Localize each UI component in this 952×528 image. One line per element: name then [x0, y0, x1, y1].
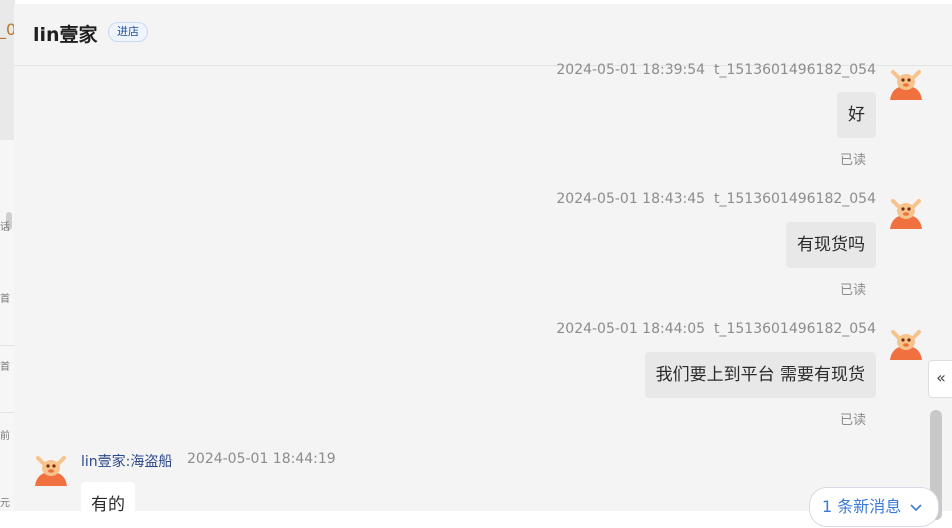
enter-shop-button[interactable]: 进店: [108, 22, 148, 42]
chat-panel: lin壹家 进店 2024-05-01 18:39:54 t_151360149…: [14, 4, 952, 528]
cartoon-avatar-icon: [35, 456, 67, 486]
message-bubble: 我们要上到平台 需要有现货: [644, 352, 876, 398]
read-status: 已读: [839, 153, 866, 168]
new-messages-label: 1 条新消息: [822, 497, 902, 516]
background-app-sidebar: _0 话 首 首 前 元: [0, 0, 15, 511]
message-time: 2024-05-01 18:43:45: [556, 191, 706, 207]
message-bubble: 有现货吗: [786, 222, 876, 268]
message-time: 2024-05-01 18:44:05: [556, 321, 706, 337]
message-user: t_1513601496182_054: [713, 62, 876, 78]
message-bubble: 有的: [81, 482, 135, 528]
background-side-char: 元: [0, 498, 10, 509]
read-status: 已读: [839, 413, 866, 428]
message-time: 2024-05-01 18:44:19: [187, 451, 336, 467]
read-status: 已读: [839, 283, 866, 298]
background-side-char: 话: [0, 222, 10, 233]
message-meta: 2024-05-01 18:44:05 t_1513601496182_054: [556, 321, 876, 337]
message-meta: 2024-05-01 18:39:54 t_1513601496182_054: [556, 62, 876, 78]
chat-header: lin壹家 进店: [14, 4, 952, 66]
message-bubble: 好: [837, 92, 876, 138]
background-side-char: 前: [0, 431, 10, 442]
message-user: t_1513601496182_054: [713, 191, 876, 207]
shop-name: lin壹家: [33, 24, 98, 46]
background-side-char: 首: [0, 362, 10, 373]
cartoon-avatar-icon: [890, 330, 922, 360]
message-meta: 2024-05-01 18:43:45 t_1513601496182_054: [556, 191, 876, 207]
divider: [0, 345, 14, 346]
sender-name: lin壹家:海盗船: [81, 454, 173, 470]
divider: [0, 412, 14, 413]
double-chevron-left-icon: «: [936, 368, 946, 387]
message-time: 2024-05-01 18:39:54: [556, 62, 706, 78]
new-messages-button[interactable]: 1 条新消息: [809, 487, 939, 527]
cartoon-avatar-icon: [890, 70, 922, 100]
background-side-char: 首: [0, 294, 10, 305]
cartoon-avatar-icon: [890, 199, 922, 229]
message-user: t_1513601496182_054: [713, 321, 876, 337]
collapse-panel-button[interactable]: «: [928, 360, 952, 398]
background-app-title: _0: [0, 20, 14, 39]
